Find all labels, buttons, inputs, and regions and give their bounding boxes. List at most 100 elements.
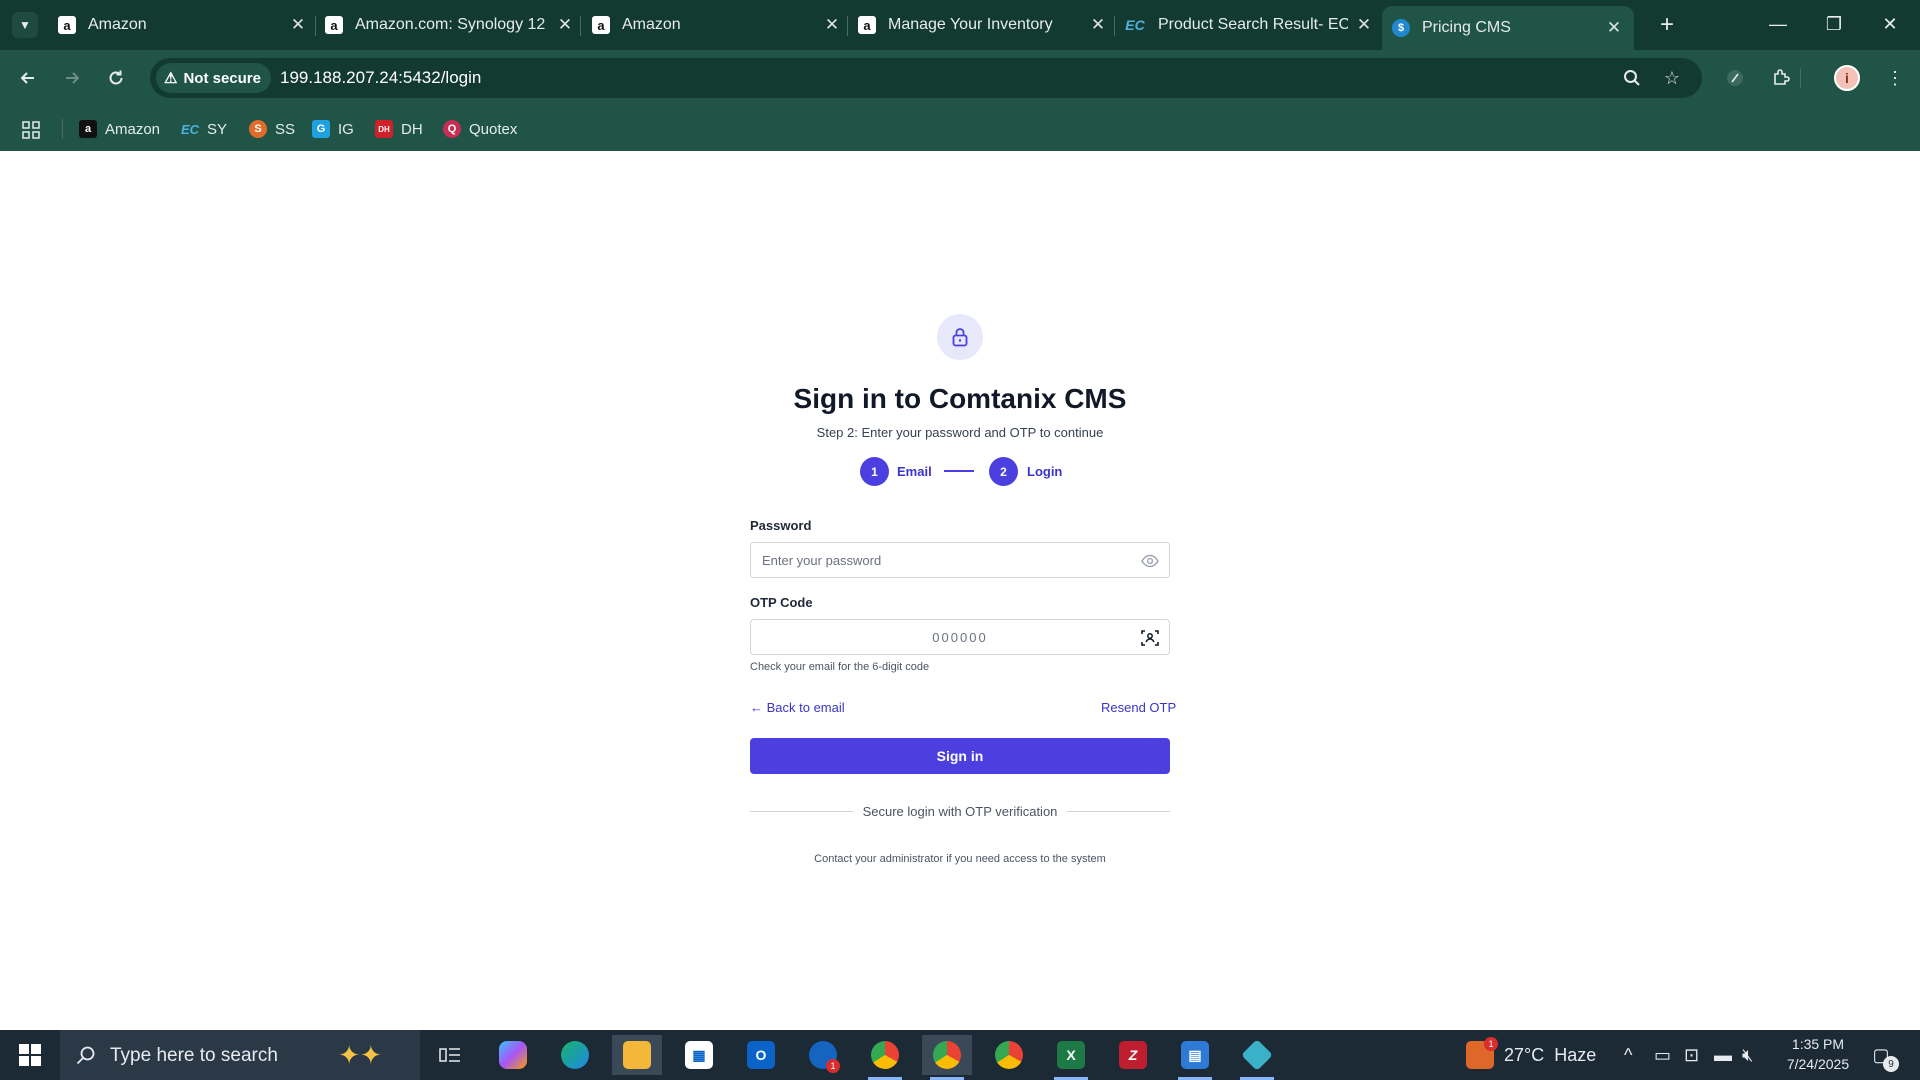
- forward-arrow-icon: [66, 72, 80, 84]
- battery-icon[interactable]: ▬: [1714, 1030, 1732, 1080]
- browser-tab-1[interactable]: a Amazon ✕: [58, 8, 308, 42]
- profile-avatar[interactable]: i: [1834, 65, 1860, 91]
- network-icon[interactable]: ▭: [1654, 1030, 1671, 1080]
- tab-search-button[interactable]: ▼: [12, 12, 38, 38]
- system-clock[interactable]: 1:35 PM 7/24/2025: [1770, 1034, 1866, 1074]
- weather-widget[interactable]: 1 27°C Haze: [1466, 1030, 1596, 1080]
- forward-button[interactable]: [56, 62, 88, 94]
- site-security-chip[interactable]: ⚠ Not secure: [156, 63, 271, 93]
- excel-icon: X: [1057, 1041, 1085, 1069]
- otp-autofill-icon[interactable]: [1141, 629, 1159, 647]
- browser-menu-icon[interactable]: ⋮: [1880, 63, 1910, 93]
- browser-tab-2[interactable]: a Amazon.com: Synology 12 ✕: [325, 8, 575, 42]
- close-window-button[interactable]: ✕: [1868, 8, 1912, 40]
- browser-tab-6-active[interactable]: $ Pricing CMS ✕: [1382, 6, 1634, 50]
- chrome-profile-1-app[interactable]: [860, 1035, 910, 1080]
- folder-icon: [623, 1041, 651, 1069]
- amazon-icon: a: [325, 16, 343, 34]
- page-title: Sign in to Comtanix CMS: [793, 383, 1127, 414]
- bookmark-sy[interactable]: EC SY: [181, 117, 227, 141]
- browser-tab-4[interactable]: a Manage Your Inventory ✕: [858, 8, 1108, 42]
- step-1-label: Email: [897, 464, 932, 479]
- extension-feather-icon[interactable]: [1720, 63, 1750, 93]
- tab-separator: [315, 16, 316, 36]
- weather-badge: 1: [1484, 1037, 1498, 1051]
- bookmark-ss[interactable]: S SS: [249, 117, 295, 141]
- step-2-circle: 2: [989, 457, 1018, 486]
- step-1-circle: 1: [860, 457, 889, 486]
- pricing-cms-icon: $: [1392, 19, 1410, 37]
- tray-overflow-icon[interactable]: ^: [1624, 1030, 1632, 1080]
- quotex-icon: Q: [443, 120, 461, 138]
- divider-label: Secure login with OTP verification: [0, 804, 1920, 819]
- bookmark-star-icon[interactable]: ☆: [1660, 66, 1684, 90]
- resend-otp-link[interactable]: Resend OTP: [1101, 700, 1176, 715]
- bookmarks-separator: [62, 119, 63, 139]
- password-input[interactable]: [751, 543, 1169, 577]
- calendar-app[interactable]: 1: [798, 1035, 848, 1075]
- chrome-app[interactable]: [984, 1035, 1034, 1075]
- step-connector: [944, 470, 974, 472]
- bookmark-dh[interactable]: DH DH: [375, 117, 423, 141]
- diamond-app[interactable]: [1232, 1035, 1282, 1080]
- amazon-icon: a: [858, 16, 876, 34]
- sign-in-button[interactable]: Sign in: [750, 738, 1170, 774]
- minimize-button[interactable]: —: [1756, 8, 1800, 40]
- microsoft-store-app[interactable]: ▦: [674, 1035, 724, 1075]
- password-label: Password: [750, 518, 812, 533]
- apps-grid-icon[interactable]: [20, 119, 42, 141]
- ec-icon: EC: [1125, 17, 1145, 33]
- chrome-profile-2-app[interactable]: [922, 1035, 972, 1080]
- otp-input[interactable]: [751, 620, 1169, 654]
- filezilla-app[interactable]: Z: [1108, 1035, 1158, 1075]
- task-view-button[interactable]: [425, 1035, 475, 1075]
- edge-app[interactable]: [550, 1035, 600, 1075]
- back-to-email-link[interactable]: ← Back to email: [750, 700, 845, 715]
- weather-text: 27°C Haze: [1504, 1044, 1597, 1065]
- taskbar-search[interactable]: Type here to search ✦✦: [60, 1030, 420, 1080]
- chrome-icon: [995, 1041, 1023, 1069]
- restore-button[interactable]: ❐: [1812, 8, 1856, 40]
- bookmark-label: Quotex: [469, 120, 518, 138]
- close-icon[interactable]: ✕: [1088, 15, 1108, 35]
- bookmark-quotex[interactable]: Q Quotex: [443, 117, 517, 141]
- access-footnote: Contact your administrator if you need a…: [814, 853, 1106, 865]
- zoom-icon[interactable]: [1620, 66, 1644, 90]
- browser-tab-3[interactable]: a Amazon ✕: [592, 8, 842, 42]
- bookmark-ig[interactable]: G IG: [312, 117, 354, 141]
- outlook-app[interactable]: O: [736, 1035, 786, 1075]
- close-icon[interactable]: ✕: [1354, 15, 1374, 35]
- close-icon[interactable]: ✕: [822, 15, 842, 35]
- excel-app[interactable]: X: [1046, 1035, 1096, 1080]
- calculator-app[interactable]: ▤: [1170, 1035, 1220, 1080]
- clock-time: 1:35 PM: [1791, 1036, 1845, 1052]
- close-icon[interactable]: ✕: [288, 15, 308, 35]
- back-button[interactable]: [12, 62, 44, 94]
- divider-text: Secure login with OTP verification: [852, 804, 1068, 819]
- copilot-app[interactable]: [488, 1035, 538, 1075]
- tab-title: Product Search Result- ECF: [1158, 16, 1348, 33]
- amazon-icon: a: [79, 120, 97, 138]
- ec-icon: EC: [180, 121, 200, 137]
- meet-now-icon[interactable]: ⊡: [1684, 1030, 1699, 1080]
- file-explorer-app[interactable]: [612, 1035, 662, 1075]
- notification-center[interactable]: ▢ 9: [1866, 1040, 1899, 1072]
- back-arrow-icon: [20, 72, 34, 84]
- sparkle-icon: ✦✦: [338, 1039, 382, 1070]
- browser-tab-5[interactable]: EC Product Search Result- ECF ✕: [1124, 8, 1374, 42]
- new-tab-button[interactable]: +: [1652, 10, 1682, 40]
- eye-icon[interactable]: [1141, 552, 1159, 570]
- extensions-puzzle-icon[interactable]: [1766, 63, 1796, 93]
- amazon-icon: a: [58, 16, 76, 34]
- address-bar[interactable]: ⚠ Not secure 199.188.207.24:5432/login ☆: [150, 58, 1702, 98]
- url-text[interactable]: 199.188.207.24:5432/login: [280, 68, 481, 88]
- close-icon[interactable]: ✕: [555, 15, 575, 35]
- bookmark-amazon[interactable]: a Amazon: [79, 117, 160, 141]
- reload-button[interactable]: [100, 62, 132, 94]
- volume-muted-icon[interactable]: 🔇︎: [1742, 1030, 1753, 1080]
- start-button[interactable]: [0, 1030, 60, 1080]
- tab-separator: [847, 16, 848, 36]
- calendar-badge: 1: [826, 1059, 840, 1073]
- security-label: Not secure: [183, 69, 261, 87]
- close-icon[interactable]: ✕: [1604, 18, 1624, 38]
